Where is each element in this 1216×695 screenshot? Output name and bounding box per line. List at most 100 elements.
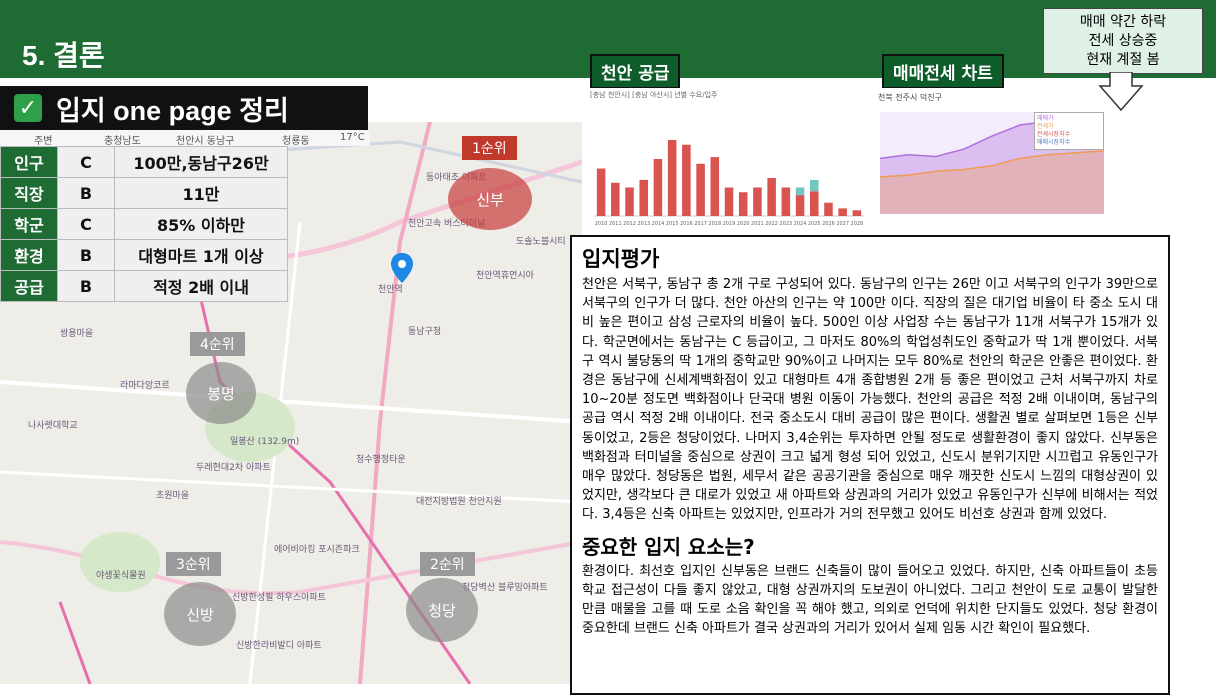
map-label: 청당벽산 블루밍아파트	[462, 583, 548, 593]
map-label: 초원마을	[156, 491, 190, 501]
slide-title: 5. 결론	[22, 40, 105, 71]
legend-item: 매매가	[1037, 115, 1054, 122]
rank-badge-4: 4순위	[190, 332, 245, 356]
breadcrumb-home[interactable]: 주변	[34, 132, 52, 147]
supply-bar	[696, 163, 705, 216]
area-bubble-cheongdang[interactable]: 청당	[406, 578, 478, 642]
supply-bar	[611, 182, 620, 216]
grade-value: 대형마트 1개 이상	[114, 239, 288, 271]
supply-tick-label: 2026	[822, 221, 835, 227]
breadcrumb-district[interactable]: 청룡동	[282, 132, 310, 147]
supply-tick-label: 2010	[595, 221, 608, 227]
supply-bar	[667, 140, 677, 216]
summary-heading: ✓ 입지 one page 정리	[0, 86, 368, 130]
area-bubble-sinbu[interactable]: 신부	[448, 168, 532, 230]
rank-badge-1: 1순위	[462, 136, 517, 160]
supply-bar	[639, 179, 648, 216]
grade-row: 공급 B 적정 2배 이내	[0, 270, 288, 302]
weather-readout: 17°C	[340, 132, 365, 143]
grade-value: 11만	[114, 177, 288, 209]
evaluation-textbox: 입지평가 천안은 서북구, 동남구 총 2개 구로 구성되어 있다. 동남구의 …	[570, 235, 1170, 695]
area-bubble-sinbang[interactable]: 신방	[164, 582, 236, 646]
map-label: 천안역휴먼시아	[476, 271, 534, 281]
supply-bar	[596, 168, 606, 216]
price-chart-panel: 천북 전주시 덕진구 매매가 전세가 전세시장지수 매매시장지수	[876, 88, 1216, 234]
breadcrumb-city[interactable]: 천안시 동남구	[176, 132, 234, 147]
supply-bar	[653, 159, 663, 216]
checkbox-icon: ✓	[14, 94, 42, 122]
supply-tick-label: 2025	[808, 221, 821, 227]
evaluation-body: 천안은 서북구, 동남구 총 2개 구로 구성되어 있다. 동남구의 인구는 2…	[582, 277, 1158, 523]
supply-bar	[738, 192, 748, 216]
map-label: 야생꽃식물원	[96, 571, 146, 581]
supply-tick-label: 2022	[765, 221, 778, 227]
supply-chart-panel: [충남 천안시] [충남 아산시] 년별 수요/입주 2010 2011 2012 2…	[588, 88, 870, 234]
supply-tick-label: 2024	[794, 221, 807, 227]
map-label: 청수행정타운	[356, 455, 406, 465]
map-label: 신방한라비발디 아파트	[236, 641, 322, 651]
map-label: 나사렛대학교	[28, 421, 78, 431]
callout-line: 현재 계절 봄	[1086, 52, 1160, 68]
supply-bar	[838, 208, 847, 216]
legend-item: 전세가	[1037, 123, 1054, 130]
supply-tick-label: 2011	[609, 221, 622, 227]
evaluation-body-2: 환경이다. 최선호 입지인 신부동은 브랜드 신축들이 많이 들어오고 있었다.…	[582, 563, 1158, 637]
supply-tick-label: 2027	[836, 221, 849, 227]
supply-tick-label: 2013	[637, 221, 650, 227]
supply-tick-label: 2028	[851, 221, 864, 227]
supply-bar	[824, 202, 833, 216]
grade-key: 환경	[0, 239, 58, 271]
price-chart-header: 천북 전주시 덕진구	[878, 93, 942, 102]
rank-badge-3: 3순위	[166, 552, 221, 576]
supply-tick-label: 2017	[694, 221, 707, 227]
market-callout: 매매 약간 하락 전세 상승중 현재 계절 봄	[1043, 8, 1203, 74]
supply-tick-label: 2021	[751, 221, 764, 227]
supply-bar	[852, 210, 862, 216]
map-label: 대전지방법원 천안지원	[416, 497, 502, 507]
down-arrow-icon	[1098, 72, 1144, 112]
map-label: 신방한성필 하우스아파트	[232, 593, 326, 603]
evaluation-title: 입지평가	[582, 247, 660, 271]
supply-bar	[724, 187, 734, 216]
grade-letter: C	[57, 146, 115, 178]
grade-key: 공급	[0, 270, 58, 302]
supply-tick-label: 2020	[737, 221, 750, 227]
supply-tick-label: 2023	[779, 221, 792, 227]
grade-table: 인구 C 100만,동남구26만 직장 B 11만 학군 C 85% 이하만 환경 B 대형마트 1개…	[0, 146, 288, 302]
legend-item: 매매시장지수	[1037, 139, 1071, 146]
map-label: 도솔노블시티	[516, 237, 566, 247]
price-chart-legend: 매매가 전세가 전세시장지수 매매시장지수	[1034, 112, 1104, 150]
map-label: 일봉산 (132.9m)	[230, 437, 300, 447]
supply-tick-label: 2016	[680, 221, 693, 227]
supply-bar	[767, 178, 776, 216]
grade-key: 인구	[0, 146, 58, 178]
supply-tick-label: 2012	[623, 221, 636, 227]
grade-key: 직장	[0, 177, 58, 209]
supply-chart-label: 천안 공급	[590, 54, 681, 89]
map-label: 동남구청	[408, 327, 442, 337]
supply-bar	[795, 187, 805, 196]
callout-line: 매매 약간 하락	[1079, 14, 1167, 30]
grade-key: 학군	[0, 208, 58, 240]
supply-tick-label: 2015	[666, 221, 679, 227]
evaluation-subtitle: 중요한 입지 요소는?	[582, 534, 755, 559]
price-chart	[879, 112, 1105, 214]
price-chart-label: 매매전세 차트	[882, 54, 1004, 89]
summary-heading-text: 입지 one page 정리	[56, 95, 289, 126]
grade-row: 인구 C 100만,동남구26만	[0, 146, 288, 178]
grade-value: 100만,동남구26만	[114, 146, 288, 178]
breadcrumb-region[interactable]: 충청남도	[104, 132, 141, 147]
supply-tick-label: 2018	[708, 221, 721, 227]
rank-badge-2: 2순위	[420, 552, 475, 576]
supply-chart-header: [충남 천안시] [충남 아산시] 년별 수요/입주	[590, 91, 718, 99]
area-bubble-bongmyeong[interactable]: 봉명	[186, 362, 256, 424]
supply-bar	[625, 187, 634, 216]
supply-bar	[682, 144, 691, 216]
supply-bar	[810, 179, 819, 192]
grade-row: 직장 B 11만	[0, 177, 288, 209]
grade-value: 85% 이하만	[114, 208, 288, 240]
grade-letter: B	[57, 270, 115, 302]
grade-row: 환경 B 대형마트 1개 이상	[0, 239, 288, 271]
map-label: 쌍용마을	[60, 329, 94, 339]
location-pin-icon[interactable]	[390, 252, 414, 284]
